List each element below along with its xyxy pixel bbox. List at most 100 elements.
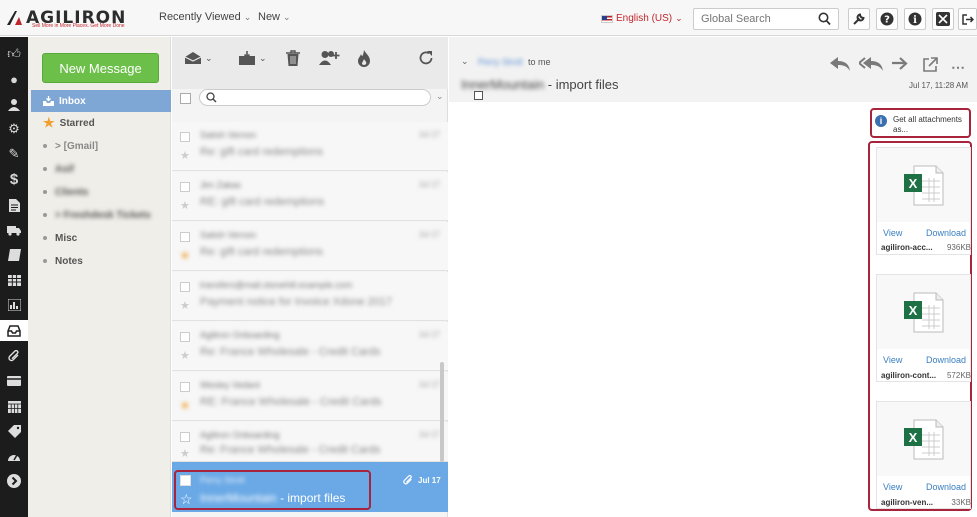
select-all-checkbox[interactable]: [180, 93, 191, 104]
expand-button[interactable]: [932, 8, 954, 30]
mark-read-button[interactable]: ⌄: [184, 47, 213, 69]
star-filled-icon[interactable]: ★: [180, 249, 190, 262]
folder-starred[interactable]: ★ Starred: [31, 112, 171, 134]
truck-icon[interactable]: [4, 220, 24, 240]
star-filled-icon[interactable]: ★: [180, 399, 190, 412]
star-outline-icon[interactable]: ★: [180, 149, 190, 162]
download-link[interactable]: Download: [926, 355, 966, 365]
new-message-button[interactable]: New Message: [42, 53, 159, 83]
attachment-name: agiliron-cont...: [881, 371, 937, 380]
list-search-input[interactable]: [220, 91, 420, 102]
move-to-folder-icon: [239, 50, 255, 65]
document-icon[interactable]: [4, 195, 24, 215]
star-outline-icon[interactable]: ★: [180, 447, 190, 460]
dashboard-icon[interactable]: [4, 446, 24, 466]
folder-misc[interactable]: Misc: [31, 227, 171, 249]
row-checkbox[interactable]: [180, 132, 190, 142]
gears-icon[interactable]: ⚙: [4, 119, 24, 139]
paw-icon[interactable]: ●: [4, 69, 24, 89]
row-checkbox[interactable]: [180, 282, 190, 292]
folder-notes[interactable]: Notes: [31, 250, 171, 272]
download-link[interactable]: Download: [926, 482, 966, 492]
help-button[interactable]: ?: [876, 8, 898, 30]
view-link[interactable]: View: [883, 228, 902, 238]
folder-gmail[interactable]: > [Gmail]: [31, 135, 171, 157]
settings-button[interactable]: [848, 8, 870, 30]
row-checkbox[interactable]: [180, 232, 190, 242]
card-icon[interactable]: [4, 371, 24, 391]
arrow-right-icon[interactable]: [4, 471, 24, 491]
book-icon[interactable]: [4, 245, 24, 265]
reply-all-button[interactable]: [857, 57, 883, 74]
popout-button[interactable]: [923, 57, 938, 75]
calendar-icon[interactable]: [4, 396, 24, 416]
row-checkbox[interactable]: [180, 332, 190, 342]
star-outline-icon[interactable]: ★: [180, 349, 190, 362]
message-row[interactable]: transfers@mail.stonehill.example.com ★ P…: [172, 272, 448, 321]
excel-file-icon[interactable]: X: [877, 402, 970, 476]
message-list-pane: ⌄ ⌄ ⌄ Satish Vernon Jul 17 ★ Re: gift ca…: [172, 37, 448, 517]
edit-icon[interactable]: ✎: [4, 144, 24, 164]
view-link[interactable]: View: [883, 355, 902, 365]
message-row[interactable]: Jim Zakas Jul 17 ★ RE: gift card redempt…: [172, 172, 448, 221]
message-row[interactable]: Agiliron Onboarding Jul 17 ★ Re: France …: [172, 422, 448, 462]
spam-button[interactable]: [357, 47, 371, 69]
chevron-down-icon: ⌄: [675, 13, 683, 23]
folder-asif[interactable]: Asif: [31, 158, 171, 180]
table-icon[interactable]: [4, 270, 24, 290]
add-user-icon: [319, 51, 340, 65]
folder-freshdesk[interactable]: > Freshdesk Tickets: [31, 204, 171, 226]
move-to-button[interactable]: ⌄: [238, 47, 267, 69]
message-date: Jul 17: [418, 430, 440, 439]
logout-button[interactable]: [958, 8, 977, 30]
message-row[interactable]: Satish Vernon Jul 17 ★ Re: gift card red…: [172, 222, 448, 271]
chart-icon[interactable]: [4, 295, 24, 315]
language-selector[interactable]: English (US) ⌄: [601, 13, 683, 24]
user-icon[interactable]: [4, 94, 24, 114]
message-checkbox[interactable]: [474, 91, 483, 100]
info-button[interactable]: i: [904, 8, 926, 30]
excel-file-icon[interactable]: X: [877, 275, 970, 349]
recently-viewed-menu[interactable]: Recently Viewed ⌄: [159, 11, 251, 23]
agiliron-logo[interactable]: AGILIRON Sell More in More Places. Get M…: [6, 8, 126, 29]
tag-icon[interactable]: [4, 421, 24, 441]
row-checkbox[interactable]: [180, 182, 190, 192]
reply-button[interactable]: [830, 57, 850, 74]
paperclip-icon[interactable]: [4, 346, 24, 366]
sender-name[interactable]: Perry Stroll: [478, 57, 523, 67]
folder-clients[interactable]: Clients: [31, 181, 171, 203]
chevron-down-icon[interactable]: ⌄: [436, 91, 444, 102]
list-scrollbar[interactable]: [440, 362, 444, 462]
new-menu[interactable]: New ⌄: [258, 11, 291, 23]
message-subject: RE: France Wholesale - Credit Cards: [200, 396, 382, 408]
attachment-name: agiliron-acc...: [881, 243, 933, 252]
download-link[interactable]: Download: [926, 228, 966, 238]
star-outline-icon[interactable]: ★: [180, 299, 190, 312]
attachment-card: X View Download: [876, 274, 971, 382]
message-row[interactable]: Wesley Vedant Jul 17 ★ RE: France Wholes…: [172, 372, 448, 421]
envelope-open-icon: [184, 52, 202, 64]
global-search-input[interactable]: [694, 9, 812, 29]
inbox-icon[interactable]: [0, 320, 28, 341]
search-icon[interactable]: [818, 12, 831, 26]
excel-file-icon[interactable]: X: [877, 148, 970, 222]
star-outline-icon[interactable]: ★: [180, 199, 190, 212]
folder-inbox[interactable]: Inbox: [31, 90, 171, 112]
thumbs-up-icon[interactable]: 👍︎: [4, 44, 24, 64]
delete-button[interactable]: [286, 47, 300, 69]
add-contact-button[interactable]: [319, 47, 341, 69]
message-row[interactable]: Satish Vernon Jul 17 ★ Re: gift card red…: [172, 122, 448, 171]
subject-blurred: InnerMountain: [461, 77, 545, 92]
search-icon[interactable]: [206, 92, 217, 103]
refresh-button[interactable]: [418, 47, 434, 69]
row-checkbox[interactable]: [180, 432, 190, 442]
forward-button[interactable]: [892, 57, 910, 74]
more-options-icon[interactable]: ⋯: [951, 59, 966, 76]
get-all-attachments-link[interactable]: Get all attachments as...: [893, 115, 969, 135]
row-checkbox[interactable]: [180, 382, 190, 392]
dollar-icon[interactable]: $: [4, 169, 24, 189]
message-subject: RE: gift card redemptions: [200, 196, 325, 208]
view-link[interactable]: View: [883, 482, 902, 492]
message-row[interactable]: Agiliron Onboarding Jul 17 ★ Re: France …: [172, 322, 448, 371]
chevron-down-icon[interactable]: ⌄: [461, 56, 469, 67]
